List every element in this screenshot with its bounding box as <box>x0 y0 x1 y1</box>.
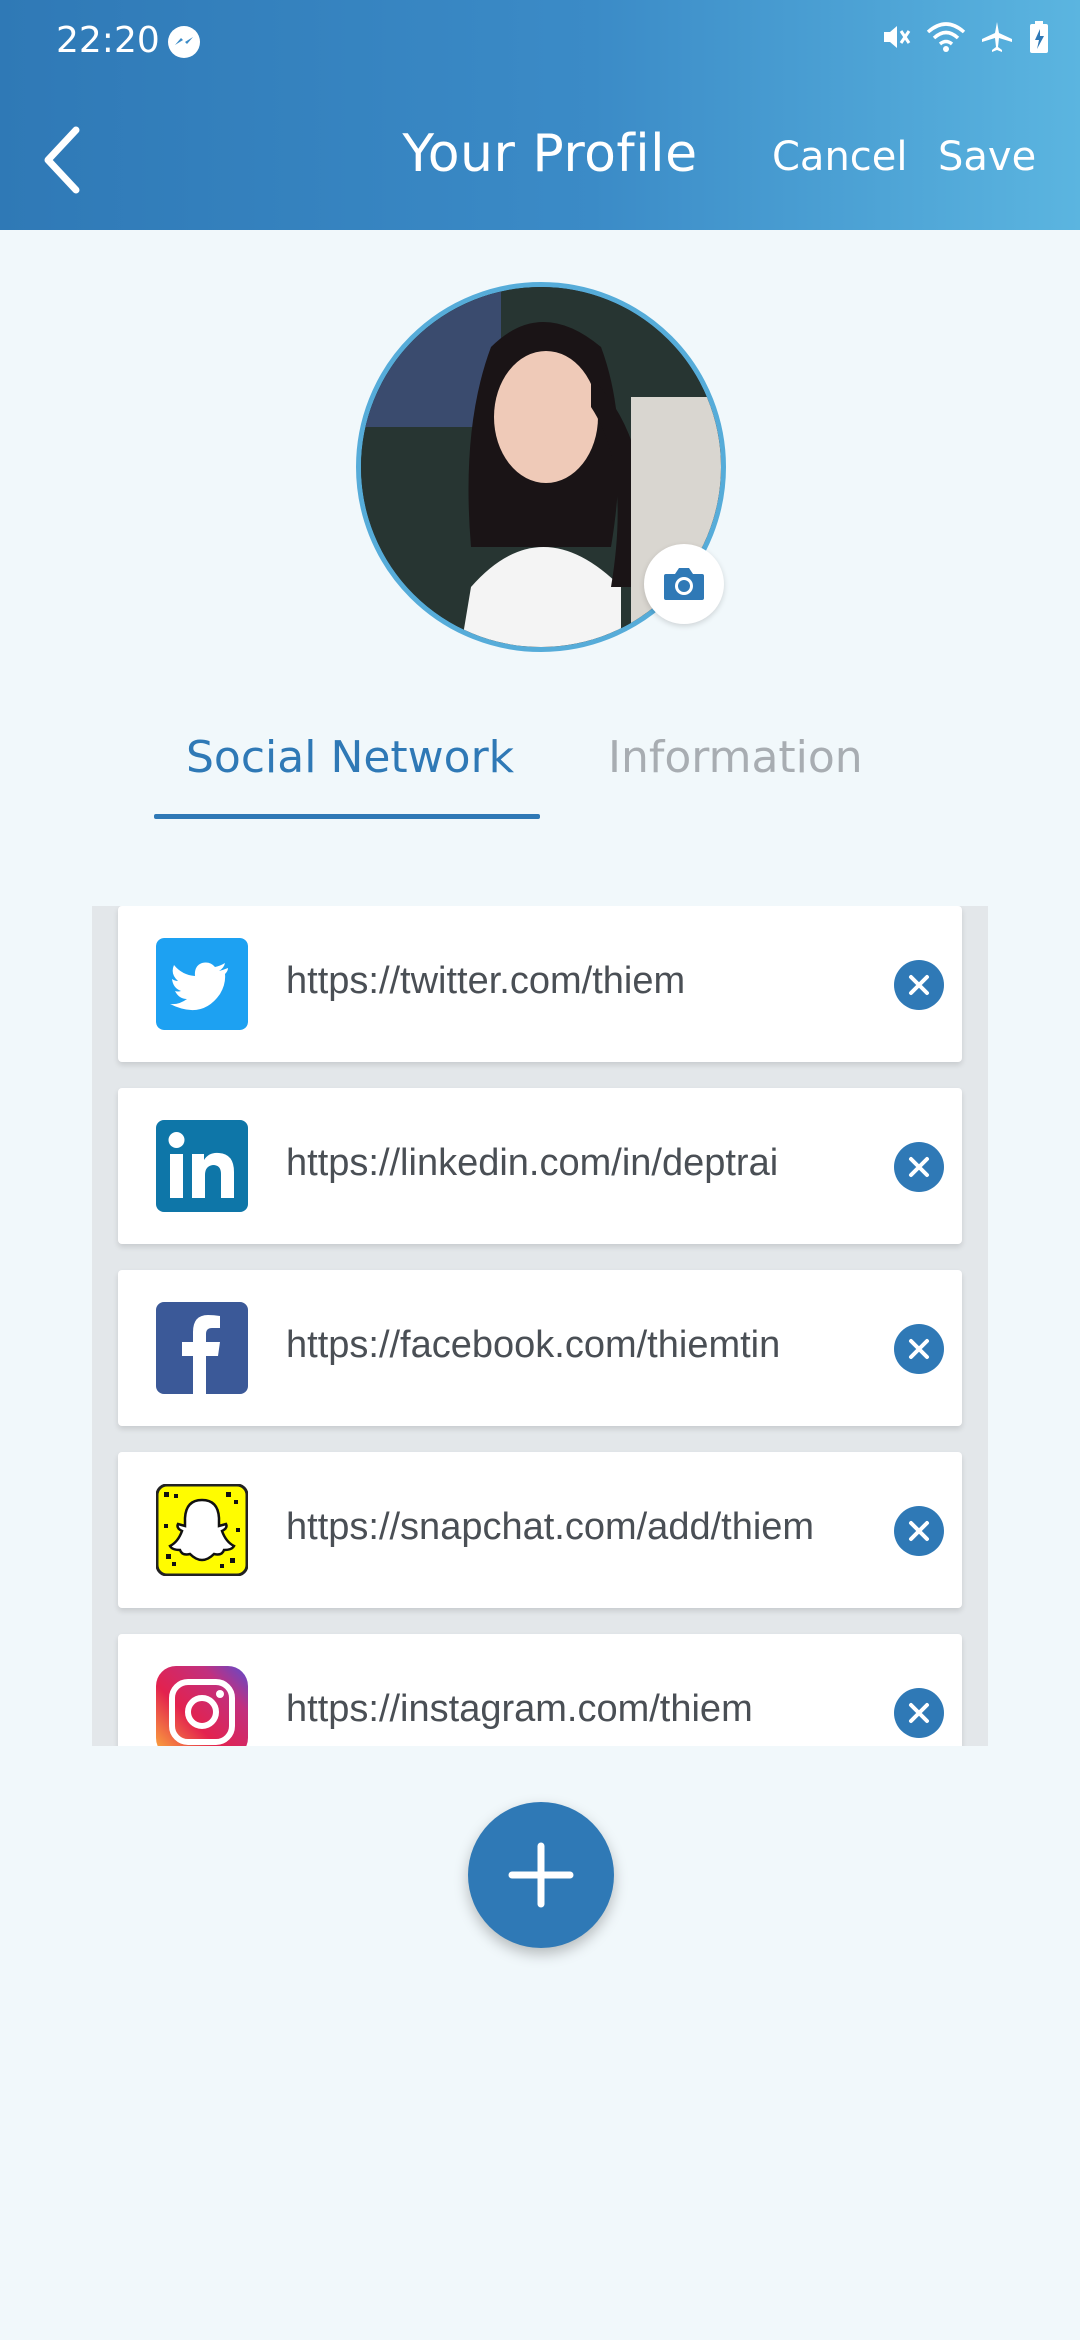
close-icon <box>909 1157 929 1177</box>
battery-icon <box>1028 20 1050 54</box>
close-icon <box>909 1703 929 1723</box>
list-item: https://instagram.com/thiem <box>118 1634 962 1746</box>
close-icon <box>909 1339 929 1359</box>
page-title: Your Profile <box>402 124 698 184</box>
mute-icon <box>878 20 912 54</box>
tab-information[interactable]: Information <box>608 732 863 783</box>
remove-link-button[interactable] <box>894 960 944 1010</box>
status-icons <box>878 20 1050 54</box>
change-photo-button[interactable] <box>644 544 724 624</box>
remove-link-button[interactable] <box>894 1142 944 1192</box>
social-url[interactable]: https://twitter.com/thiem <box>286 960 846 1003</box>
status-bar: 22:20 <box>0 0 1080 84</box>
list-item: https://twitter.com/thiem <box>118 906 962 1062</box>
save-button[interactable]: Save <box>938 134 1036 180</box>
list-item: https://facebook.com/thiemtin <box>118 1270 962 1426</box>
avatar-container <box>356 282 726 652</box>
status-time: 22:20 <box>56 20 160 61</box>
airplane-icon <box>980 20 1014 54</box>
twitter-icon <box>156 938 248 1030</box>
instagram-icon <box>156 1666 248 1746</box>
remove-link-button[interactable] <box>894 1324 944 1374</box>
social-url[interactable]: https://facebook.com/thiemtin <box>286 1324 846 1367</box>
plus-icon <box>508 1842 574 1908</box>
list-item: https://snapchat.com/add/thiem <box>118 1452 962 1608</box>
social-links-list[interactable]: https://twitter.com/thiem https://linked… <box>92 906 988 1746</box>
active-tab-indicator <box>154 814 540 819</box>
app-header: 22:20 Your Profile Cancel Save <box>0 0 1080 230</box>
close-icon <box>909 1521 929 1541</box>
remove-link-button[interactable] <box>894 1506 944 1556</box>
facebook-icon <box>156 1302 248 1394</box>
cancel-button[interactable]: Cancel <box>772 134 908 180</box>
remove-link-button[interactable] <box>894 1688 944 1738</box>
camera-icon <box>664 568 704 600</box>
close-icon <box>909 975 929 995</box>
social-url[interactable]: https://snapchat.com/add/thiem <box>286 1506 846 1549</box>
profile-tabs: Social Network Information <box>0 720 1080 820</box>
messenger-icon <box>166 24 202 60</box>
wifi-icon <box>926 20 966 54</box>
list-item: https://linkedin.com/in/deptrai <box>118 1088 962 1244</box>
snapchat-icon <box>156 1484 248 1576</box>
social-url[interactable]: https://instagram.com/thiem <box>286 1688 846 1731</box>
add-social-link-button[interactable] <box>468 1802 614 1948</box>
linkedin-icon <box>156 1120 248 1212</box>
tab-social-network[interactable]: Social Network <box>186 732 514 783</box>
social-url[interactable]: https://linkedin.com/in/deptrai <box>286 1142 846 1185</box>
nav-bar: Your Profile Cancel Save <box>0 84 1080 230</box>
